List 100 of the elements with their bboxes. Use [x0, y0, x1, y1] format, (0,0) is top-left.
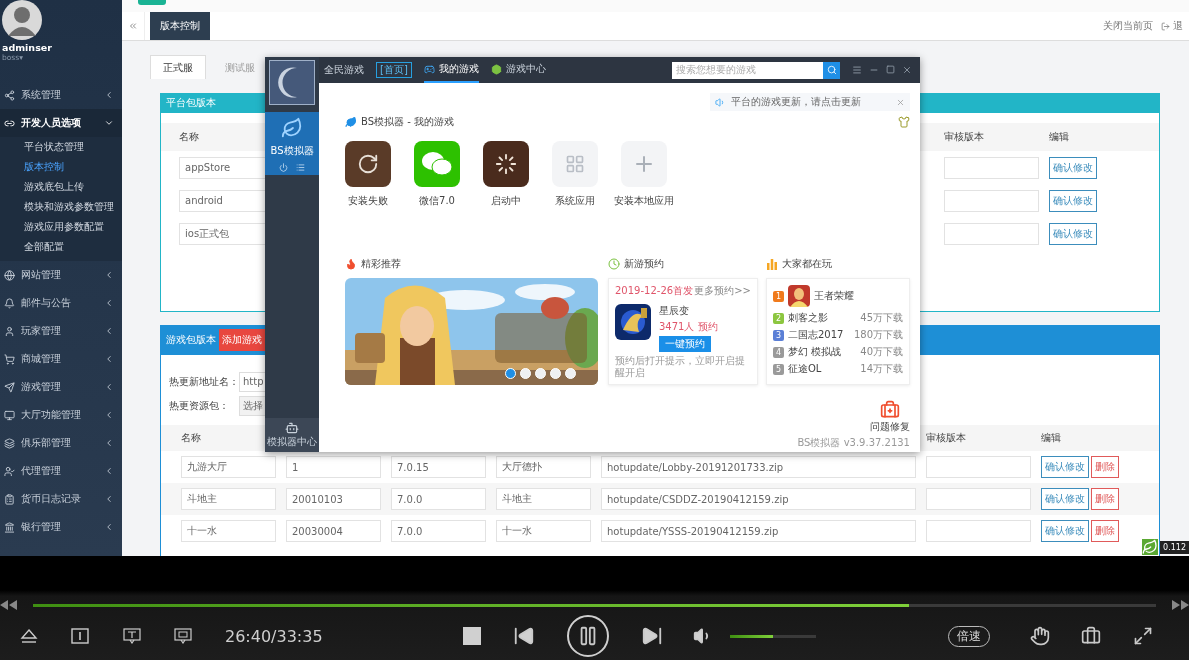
sidebar-subitem[interactable]: 全部配置 — [0, 237, 122, 257]
window-tab[interactable]: 游戏中心 — [490, 57, 546, 83]
input-field[interactable] — [926, 456, 1031, 478]
sidebar-item[interactable]: 游戏管理 — [0, 373, 122, 401]
play-pause-button[interactable] — [567, 615, 609, 657]
sidebar-item[interactable]: 玩家管理 — [0, 317, 122, 345]
fullscreen-icon[interactable] — [1133, 626, 1153, 646]
sidebar-item[interactable]: 货币日志记录 — [0, 485, 122, 513]
input-field[interactable]: 十一水 — [181, 520, 276, 542]
fast-forward-icon[interactable] — [1171, 600, 1189, 610]
next-icon[interactable] — [641, 625, 663, 647]
subtitle-icon[interactable] — [123, 628, 141, 644]
progress-track[interactable] — [33, 603, 1156, 607]
carousel-dot[interactable] — [550, 368, 561, 379]
popular-game[interactable]: 2 刺客之影 45万下载 — [773, 311, 903, 325]
emulator-center-button[interactable]: 模拟器中心 — [265, 418, 319, 452]
frame-icon[interactable] — [71, 628, 89, 644]
maximize-icon[interactable] — [886, 65, 895, 74]
sidebar-subitem[interactable]: 版本控制 — [0, 157, 122, 177]
repair-button[interactable]: 问题修复 — [870, 400, 910, 434]
chevron-left-icon — [104, 298, 114, 308]
sidebar-item[interactable]: 银行管理 — [0, 513, 122, 541]
confirm-button[interactable]: 确认修改 — [1049, 222, 1097, 245]
delete-button[interactable]: 删除 — [1091, 488, 1119, 510]
flame-icon — [345, 258, 357, 270]
app-icon[interactable] — [483, 141, 529, 187]
confirm-button[interactable]: 确认修改 — [1049, 156, 1097, 179]
input-field[interactable] — [926, 520, 1031, 542]
more-link[interactable]: 更多预约>> — [694, 284, 751, 298]
input-field[interactable]: 1 — [286, 456, 381, 478]
input-field[interactable]: 20010103 — [286, 488, 381, 510]
chevron-left-icon — [104, 410, 114, 420]
sidebar-subitem[interactable]: 游戏应用参数配置 — [0, 217, 122, 237]
playback-time: 26:40/33:35 — [225, 626, 323, 646]
volume-slider[interactable] — [730, 634, 816, 638]
sidebar-subitem[interactable]: 平台状态管理 — [0, 137, 122, 157]
sidebar-item[interactable]: 网站管理 — [0, 261, 122, 289]
confirm-button[interactable]: 确认修改 — [1041, 520, 1089, 542]
input-field[interactable]: 斗地主 — [181, 488, 276, 510]
preorder-button[interactable]: 一键预约 — [659, 336, 711, 352]
toolbox-icon[interactable] — [1081, 626, 1101, 646]
previous-icon[interactable] — [513, 625, 535, 647]
chevron-left-icon — [104, 326, 114, 336]
popular-game[interactable]: 1 王者荣耀 — [773, 284, 903, 308]
rewind-icon[interactable] — [0, 600, 18, 610]
sidebar-item[interactable]: 代理管理 — [0, 457, 122, 485]
popular-game[interactable]: 4 梦幻 模拟战 40万下载 — [773, 345, 903, 359]
screen-icon[interactable] — [174, 628, 192, 644]
delete-button[interactable]: 删除 — [1091, 520, 1119, 542]
stop-icon[interactable] — [462, 626, 482, 646]
popular-game[interactable]: 3 二国志2017 180万下载 — [773, 328, 903, 342]
input-field[interactable] — [926, 488, 1031, 510]
sidebar-item[interactable]: 系统管理 — [0, 81, 122, 109]
preorder-note: 预约后打开提示，立即开启提醒开启 — [615, 355, 746, 379]
delete-button[interactable]: 删除 — [1091, 456, 1119, 478]
input-field[interactable]: 7.0.0 — [391, 520, 486, 542]
input-field[interactable] — [944, 156, 1039, 179]
eject-icon[interactable] — [20, 628, 38, 644]
input-field[interactable]: hotupdate/CSDDZ-20190412159.zip — [601, 488, 916, 510]
logout-link[interactable]: 退 — [1161, 19, 1189, 33]
sidebar-item[interactable]: 邮件与公告 — [0, 289, 122, 317]
popular-game[interactable]: 5 征途OL 14万下载 — [773, 362, 903, 376]
add-game-button[interactable]: 添加游戏 — [219, 329, 265, 351]
tray-icon[interactable] — [1142, 539, 1159, 555]
sidebar-subitem[interactable]: 游戏底包上传 — [0, 177, 122, 197]
input-field[interactable]: 7.0.0 — [391, 488, 486, 510]
hand-icon[interactable] — [1030, 626, 1050, 646]
sidebar-subitem[interactable]: 模块和游戏参数管理 — [0, 197, 122, 217]
carousel-dot[interactable] — [505, 368, 516, 379]
input-field[interactable] — [944, 189, 1039, 212]
input-field[interactable]: 7.0.15 — [391, 456, 486, 478]
input-field[interactable]: 十一水 — [496, 520, 591, 542]
carousel-dot[interactable] — [535, 368, 546, 379]
emulator-item[interactable]: BS模拟器 — [265, 112, 319, 175]
sidebar-item[interactable]: 商城管理 — [0, 345, 122, 373]
close-page-link[interactable]: 关闭当前页 — [1103, 19, 1153, 33]
sidebar-item[interactable]: 大厅功能管理 — [0, 401, 122, 429]
app-icon[interactable] — [345, 141, 391, 187]
carousel-dot[interactable] — [520, 368, 531, 379]
input-field[interactable] — [944, 222, 1039, 245]
close-icon[interactable] — [902, 65, 912, 75]
sidebar-item[interactable]: 开发人员选项 — [0, 109, 122, 137]
confirm-button[interactable]: 确认修改 — [1049, 189, 1097, 212]
search-button[interactable] — [823, 61, 840, 79]
confirm-button[interactable]: 确认修改 — [1041, 488, 1089, 510]
input-field[interactable]: 大厅德扑 — [496, 456, 591, 478]
input-field[interactable]: hotupdate/Lobby-20191201733.zip — [601, 456, 916, 478]
carousel-dot[interactable] — [565, 368, 576, 379]
sidebar-item[interactable]: 俱乐部管理 — [0, 429, 122, 457]
home-link[interactable]: [首页] — [376, 62, 412, 78]
server-tab[interactable]: 正式服 — [150, 55, 206, 79]
input-field[interactable]: 斗地主 — [496, 488, 591, 510]
input-field[interactable]: hotupdate/YSSS-20190412159.zip — [601, 520, 916, 542]
input-field[interactable]: 九游大厅 — [181, 456, 276, 478]
input-field[interactable]: 20030004 — [286, 520, 381, 542]
page-tab[interactable]: 版本控制 — [150, 12, 210, 40]
chevron-left-icon — [104, 354, 114, 364]
chevron-left-icon — [104, 90, 114, 100]
menu-icon[interactable] — [852, 65, 862, 75]
confirm-button[interactable]: 确认修改 — [1041, 456, 1089, 478]
